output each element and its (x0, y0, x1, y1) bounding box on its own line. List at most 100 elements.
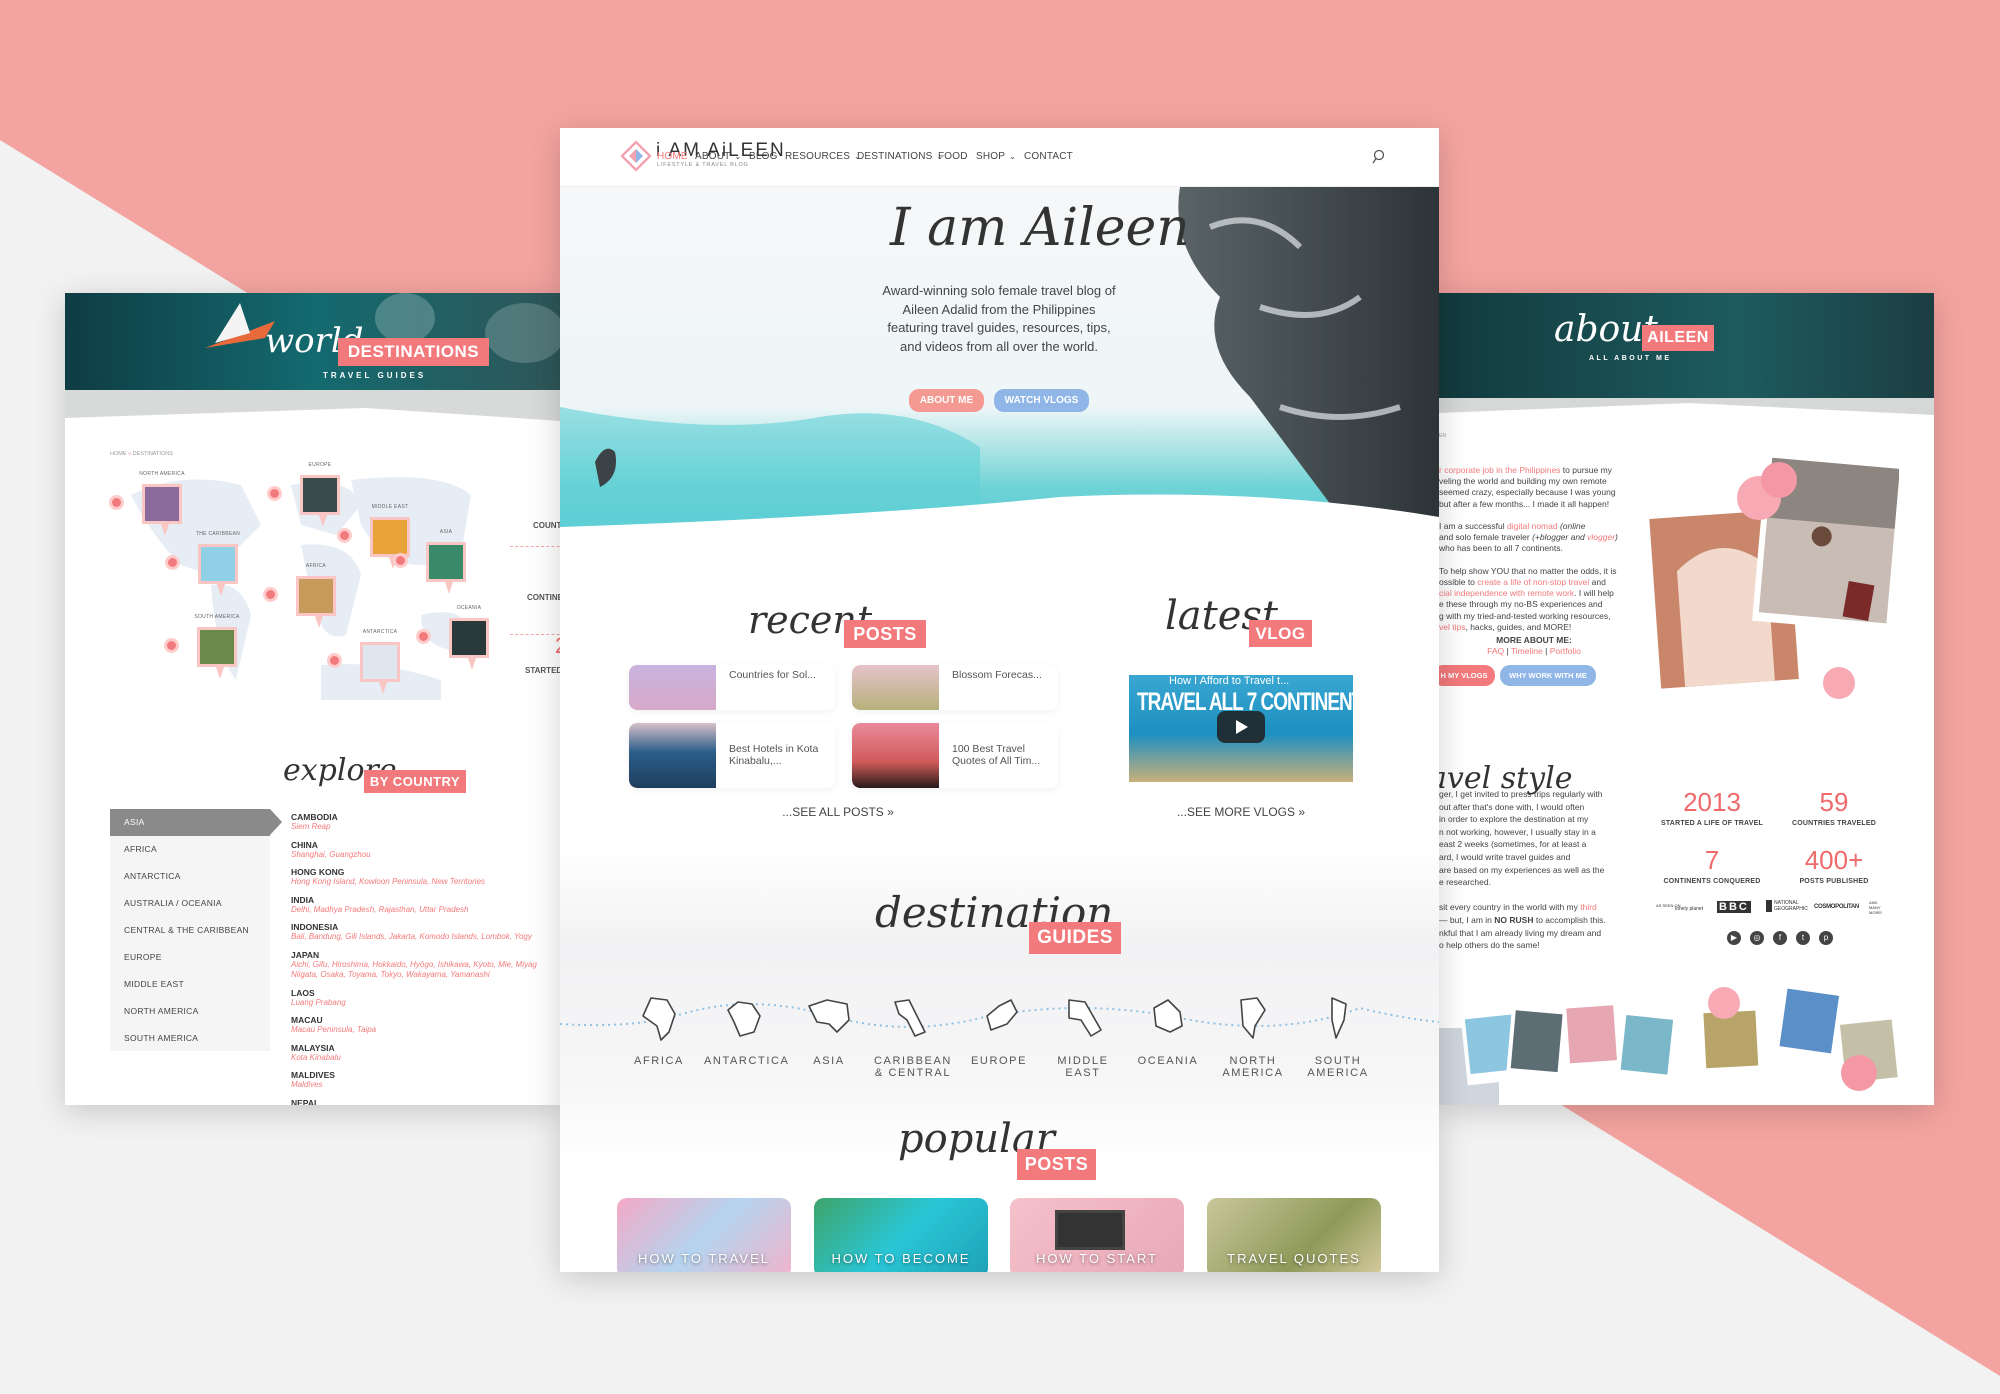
post-card[interactable]: Best Hotels in Kota Kinabalu,... (629, 723, 835, 788)
map-pin-oceania[interactable]: OCEANIA (416, 605, 489, 670)
facebook-icon[interactable]: f (1773, 931, 1787, 945)
nav-item-about[interactable]: ABOUT ⌄ (695, 151, 741, 162)
continent-oceania[interactable]: OCEANIA (1128, 996, 1208, 1067)
country-name[interactable]: JAPAN (291, 950, 537, 960)
city-links[interactable]: Aichi, Gifu, Hiroshima, Hokkaido, Hyōgo,… (291, 960, 537, 970)
post-title[interactable]: 100 Best Travel Quotes of All Tim... (952, 743, 1052, 767)
map-pin-asia[interactable]: ASIA (393, 529, 466, 594)
country-name[interactable]: INDIA (291, 895, 468, 905)
text-link[interactable]: cial independence with remote work (1439, 588, 1574, 598)
text-link[interactable]: create a life of non-stop travel (1477, 577, 1589, 587)
nav-item-blog[interactable]: BLOG (749, 151, 778, 162)
youtube-icon[interactable]: ▶ (1727, 931, 1741, 945)
post-card[interactable]: 100 Best Travel Quotes of All Tim... (852, 723, 1058, 788)
city-links[interactable]: Niigata, Osaka, Toyama, Tokyo, Wakayama,… (291, 970, 537, 980)
nav-item-resources[interactable]: RESOURCES ⌄ (785, 151, 861, 162)
video-player[interactable]: How I Afford to Travel t... TRAVEL ALL 7… (1129, 675, 1353, 782)
region-tab-asia[interactable]: ASIA (110, 809, 270, 836)
map-pin-middle-east[interactable]: MIDDLE EAST (337, 504, 410, 569)
region-tab-africa[interactable]: AFRICA (110, 836, 270, 863)
text-link[interactable]: r corporate job in the Philippines (1439, 465, 1560, 475)
city-links[interactable]: Shanghai, Guangzhou (291, 850, 371, 860)
why-work-with-me-button[interactable]: WHY WORK WITH ME (1500, 665, 1596, 686)
post-title[interactable]: Blossom Forecas... (952, 669, 1052, 681)
watch-my-vlogs-button[interactable]: H MY VLOGS (1439, 665, 1495, 686)
continent-asia[interactable]: ASIA (789, 996, 869, 1067)
timeline-link[interactable]: Timeline (1511, 646, 1543, 656)
map-pin-north-america[interactable]: NORTH AMERICA (109, 471, 184, 536)
about-me-button[interactable]: ABOUT ME (909, 389, 984, 412)
see-more-vlogs-link[interactable]: ...SEE MORE VLOGS » (1177, 805, 1305, 819)
city-links[interactable]: Macau Peninsula, Taipa (291, 1025, 376, 1035)
popular-card[interactable]: HOW TO TRAVEL (617, 1198, 791, 1272)
nav-item-food[interactable]: FOOD (938, 151, 968, 162)
search-icon[interactable] (1371, 149, 1385, 165)
region-tab-central-the-caribbean[interactable]: CENTRAL & THE CARIBBEAN (110, 917, 270, 944)
city-links[interactable]: Siem Reap (291, 822, 338, 832)
city-links[interactable]: Kota Kinabalu (291, 1053, 341, 1063)
region-tab-antarctica[interactable]: ANTARCTICA (110, 863, 270, 890)
country-name[interactable]: INDONESIA (291, 922, 532, 932)
continent-africa[interactable]: AFRICA (619, 996, 699, 1067)
post-card[interactable]: Blossom Forecas... (852, 665, 1058, 710)
nav-item-shop[interactable]: SHOP ⌄ (976, 151, 1016, 162)
country-name[interactable]: MACAU (291, 1015, 376, 1025)
instagram-icon[interactable]: ◎ (1750, 931, 1764, 945)
country-name[interactable]: MALDIVES (291, 1070, 335, 1080)
region-tab-north-america[interactable]: NORTH AMERICA (110, 998, 270, 1025)
text-link[interactable]: third (1580, 902, 1597, 912)
continent-caribbean-central[interactable]: CARIBBEAN & CENTRAL (873, 996, 953, 1079)
region-tab-middle-east[interactable]: MIDDLE EAST (110, 971, 270, 998)
twitter-icon[interactable]: t (1796, 931, 1810, 945)
breadcrumb-home[interactable]: HOME (110, 451, 127, 457)
map-pin-europe[interactable]: EUROPE (267, 462, 340, 527)
city-links[interactable]: Maldives (291, 1080, 335, 1090)
nav-item-home[interactable]: HOME (657, 151, 688, 162)
region-tab-australia-oceania[interactable]: AUSTRALIA / OCEANIA (110, 890, 270, 917)
play-button[interactable] (1217, 711, 1265, 743)
text-link[interactable]: vlogger (1587, 532, 1615, 542)
map-pin-the-caribbean[interactable]: THE CARIBBEAN (165, 531, 240, 596)
map-pin-africa[interactable]: AFRICA (263, 563, 336, 628)
popular-card[interactable]: TRAVEL QUOTES (1207, 1198, 1381, 1272)
popular-card-title[interactable]: TRAVEL QUOTES (1207, 1251, 1381, 1266)
post-card[interactable]: Countries for Sol... (629, 665, 835, 710)
region-tab-europe[interactable]: EUROPE (110, 944, 270, 971)
map-pin-south-america[interactable]: SOUTH AMERICA (164, 614, 239, 679)
city-links[interactable]: Luang Prabang (291, 998, 346, 1008)
continent-south-america[interactable]: SOUTH AMERICA (1298, 996, 1378, 1079)
city-links[interactable]: Bali, Bandung, Gili Islands, Jakarta, Ko… (291, 932, 532, 942)
nav-item-contact[interactable]: CONTACT (1024, 151, 1073, 162)
country-name[interactable]: LAOS (291, 988, 346, 998)
continent-north-america[interactable]: NORTH AMERICA (1213, 996, 1293, 1079)
country-name[interactable]: CAMBODIA (291, 812, 338, 822)
popular-card-title[interactable]: HOW TO BECOME (814, 1251, 988, 1266)
popular-card-title[interactable]: HOW TO TRAVEL (617, 1251, 791, 1266)
country-name[interactable]: HONG KONG (291, 867, 485, 877)
continent-europe[interactable]: EUROPE (959, 996, 1039, 1067)
country-name[interactable]: CHINA (291, 840, 371, 850)
pinterest-icon[interactable]: p (1819, 931, 1833, 945)
continent-middle-east[interactable]: MIDDLE EAST (1043, 996, 1123, 1079)
text-link[interactable]: vel tips (1439, 622, 1465, 632)
diamond-logo-icon[interactable] (621, 141, 651, 171)
continent-antarctica[interactable]: ANTARCTICA (704, 996, 788, 1067)
nav-item-destinations[interactable]: DESTINATIONS ⌄ (857, 151, 943, 162)
post-title[interactable]: Best Hotels in Kota Kinabalu,... (729, 743, 829, 767)
city-links[interactable]: Delhi, Madhya Pradesh, Rajasthan, Uttar … (291, 905, 468, 915)
country-name[interactable]: NEPAL (291, 1098, 319, 1106)
popular-card[interactable]: HOW TO START (1010, 1198, 1184, 1272)
watch-vlogs-button[interactable]: WATCH VLOGS (994, 389, 1089, 412)
video-title[interactable]: How I Afford to Travel t... (1169, 675, 1289, 687)
see-all-posts-link[interactable]: ...SEE ALL POSTS » (782, 805, 894, 819)
text-link[interactable]: digital nomad (1507, 521, 1558, 531)
faq-link[interactable]: FAQ (1487, 646, 1504, 656)
map-pin-antarctica[interactable]: ANTARCTICA (327, 629, 400, 694)
popular-card-title[interactable]: HOW TO START (1010, 1251, 1184, 1266)
portfolio-link[interactable]: Portfolio (1550, 646, 1581, 656)
country-name[interactable]: MALAYSIA (291, 1043, 341, 1053)
region-tab-south-america[interactable]: SOUTH AMERICA (110, 1025, 270, 1052)
popular-card[interactable]: HOW TO BECOME (814, 1198, 988, 1272)
city-links[interactable]: Hong Kong Island, Kowloon Peninsula, New… (291, 877, 485, 887)
post-title[interactable]: Countries for Sol... (729, 669, 829, 681)
